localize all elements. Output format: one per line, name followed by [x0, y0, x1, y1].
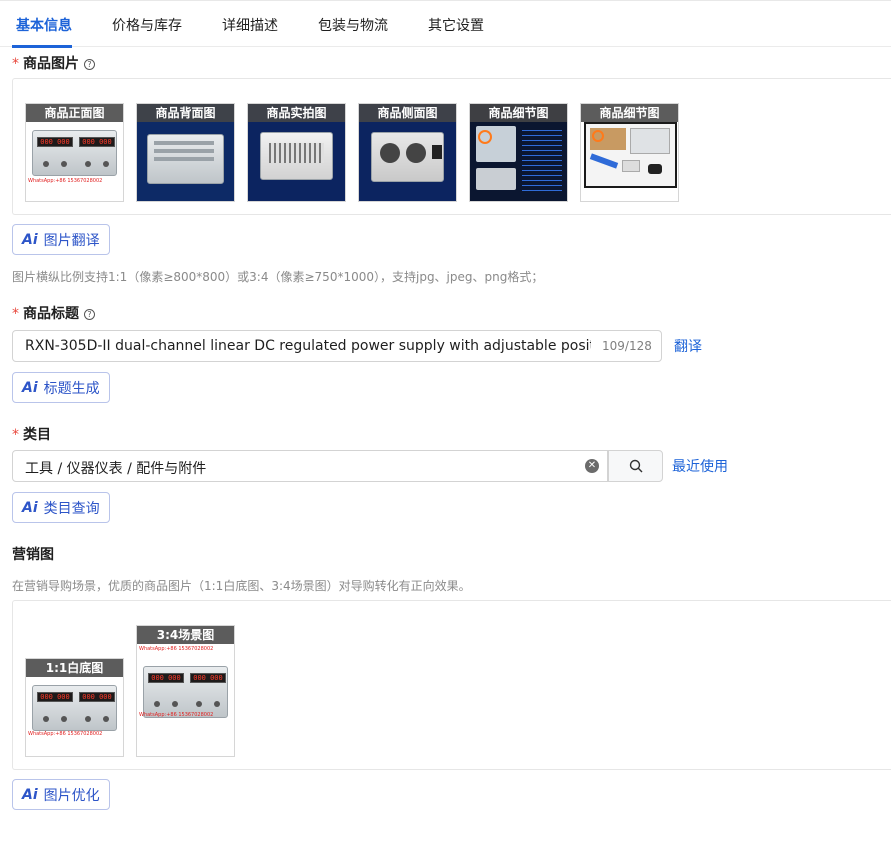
image-format-hint: 图片横纵比例支持1:1（像素≥800*800）或3:4（像素≥750*1000）…	[12, 270, 544, 284]
product-image-thumb[interactable]: 000 000 000 000 WhatsApp:+86 15367028002…	[25, 103, 124, 202]
marketing-images-label: 营销图	[12, 547, 54, 563]
search-icon	[629, 459, 643, 473]
image-translate-button[interactable]: Ai 图片翻译	[12, 224, 110, 255]
question-circle-icon[interactable]: ?	[84, 309, 95, 320]
category-query-button[interactable]: Ai 类目查询	[12, 492, 110, 523]
thumb-label: 商品背面图	[137, 104, 234, 122]
active-tab-indicator	[12, 45, 72, 48]
marketing-image-white-bg[interactable]: 000 000 000 000 WhatsApp:+86 15367028002…	[25, 658, 124, 757]
recent-used-link[interactable]: 最近使用	[672, 456, 728, 476]
power-supply-image: 000 000 000 000	[32, 685, 117, 731]
ai-icon: Ai	[22, 231, 38, 248]
required-mark: *	[12, 427, 19, 443]
thumb-label: 商品实拍图	[248, 104, 345, 122]
product-images-label: * 商品图片?	[12, 53, 95, 73]
watermark-text: WhatsApp:+86 15367028002	[139, 646, 214, 652]
tab-other-settings[interactable]: 其它设置	[428, 15, 484, 35]
product-images-panel: 000 000 000 000 WhatsApp:+86 15367028002…	[12, 78, 891, 215]
product-title-label: * 商品标题?	[12, 303, 95, 323]
product-image-thumb[interactable]: 商品细节图	[580, 103, 679, 202]
product-image-thumb[interactable]: 商品细节图	[469, 103, 568, 202]
ai-icon: Ai	[22, 499, 38, 516]
char-counter: 109/128	[602, 339, 652, 353]
power-supply-image: 000 000 000 000	[143, 666, 228, 718]
ai-icon: Ai	[22, 379, 38, 396]
title-input[interactable]: RXN-305D-II dual-channel linear DC regul…	[12, 330, 662, 362]
question-circle-icon[interactable]: ?	[84, 59, 95, 70]
power-supply-back-image	[147, 134, 224, 184]
package-contents-image	[584, 122, 677, 188]
marketing-images-panel: 000 000 000 000 WhatsApp:+86 15367028002…	[12, 600, 891, 770]
product-image-thumb[interactable]: 商品实拍图	[247, 103, 346, 202]
category-input[interactable]: 工具 / 仪器仪表 / 配件与附件 ✕	[12, 450, 663, 482]
watermark-text: WhatsApp:+86 15367028002	[28, 178, 103, 184]
tab-packaging-logistics[interactable]: 包装与物流	[318, 15, 388, 35]
spec-list-image	[522, 126, 562, 192]
power-supply-side-image	[371, 132, 444, 182]
thumb-label: 1:1白底图	[26, 659, 123, 677]
marketing-image-scene[interactable]: WhatsApp:+86 15367028002 000 000 000 000…	[136, 625, 235, 757]
tab-price-stock[interactable]: 价格与库存	[112, 15, 182, 35]
watermark-text: WhatsApp:+86 15367028002	[139, 712, 214, 718]
watermark-text: WhatsApp:+86 15367028002	[28, 731, 103, 737]
product-image-thumb[interactable]: 商品背面图	[136, 103, 235, 202]
category-input-value: 工具 / 仪器仪表 / 配件与附件	[25, 461, 207, 477]
tab-bar: 基本信息 价格与库存 详细描述 包装与物流 其它设置	[0, 0, 891, 48]
thumb-label: 3:4场景图	[137, 626, 234, 644]
ai-icon: Ai	[22, 786, 38, 803]
marketing-hint: 在营销导购场景，优质的商品图片（1:1白底图、3:4场景图）对导购转化有正向效果…	[12, 579, 471, 593]
thumb-label: 商品细节图	[581, 104, 678, 122]
category-search-button[interactable]	[608, 450, 663, 482]
thumb-label: 商品正面图	[26, 104, 123, 122]
thumb-label: 商品侧面图	[359, 104, 456, 122]
power-supply-image: 000 000 000 000	[32, 130, 117, 176]
translate-link[interactable]: 翻译	[674, 336, 702, 356]
product-image-thumb[interactable]: 商品侧面图	[358, 103, 457, 202]
image-optimize-button[interactable]: Ai 图片优化	[12, 779, 110, 810]
category-label: * 类目	[12, 427, 51, 443]
tab-description[interactable]: 详细描述	[222, 15, 278, 35]
thumb-label: 商品细节图	[470, 104, 567, 122]
title-generate-button[interactable]: Ai 标题生成	[12, 372, 110, 403]
highlight-circle	[478, 130, 492, 144]
required-mark: *	[12, 56, 19, 72]
clear-icon[interactable]: ✕	[585, 459, 599, 473]
tab-basic-info[interactable]: 基本信息	[16, 15, 72, 35]
title-input-value: RXN-305D-II dual-channel linear DC regul…	[25, 338, 591, 354]
required-mark: *	[12, 306, 19, 322]
power-supply-photo-image	[260, 132, 333, 180]
